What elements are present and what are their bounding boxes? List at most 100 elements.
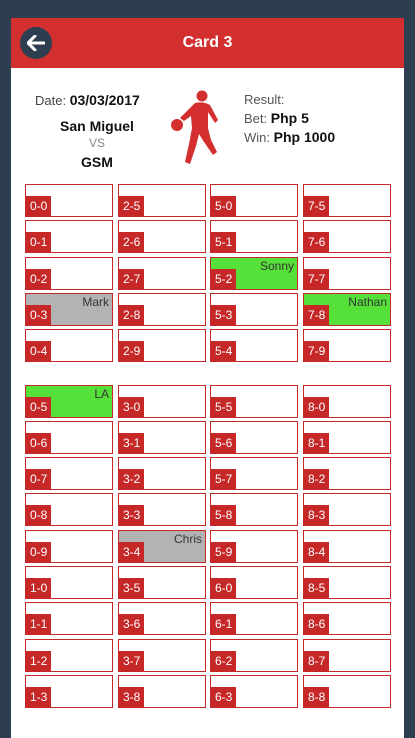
score-number-badge: 1-2 [26, 651, 52, 671]
score-number-badge: 7-6 [304, 232, 330, 252]
score-cell[interactable]: 5-0 [210, 184, 298, 217]
score-number-badge: 3-4 [119, 542, 145, 562]
score-cell[interactable]: 0-7 [25, 457, 113, 490]
score-number-badge: 5-7 [211, 469, 237, 489]
score-cell[interactable]: 6-0 [210, 566, 298, 599]
score-cell[interactable]: 5-8 [210, 493, 298, 526]
score-number-badge: 8-8 [304, 687, 330, 707]
score-cell[interactable]: 3-7 [118, 639, 206, 672]
score-cell[interactable]: 8-5 [303, 566, 391, 599]
score-cell[interactable]: 2-9 [118, 329, 206, 362]
header-bar: Card 3 [11, 18, 404, 68]
score-number-badge: 3-6 [119, 614, 145, 634]
score-cell[interactable]: 7-8 Nathan [303, 293, 391, 326]
score-number-badge: 2-8 [119, 305, 145, 325]
score-cell[interactable]: 0-1 [25, 220, 113, 253]
score-number-badge: 0-8 [26, 505, 52, 525]
score-cell[interactable]: 1-1 [25, 602, 113, 635]
score-number-badge: 3-1 [119, 433, 145, 453]
score-number-badge: 2-6 [119, 232, 145, 252]
score-number-badge: 8-6 [304, 614, 330, 634]
score-cell[interactable]: 7-7 [303, 257, 391, 290]
score-number-badge: 0-6 [26, 433, 52, 453]
score-cell[interactable]: 8-4 [303, 530, 391, 563]
score-cell[interactable]: 8-6 [303, 602, 391, 635]
score-cell[interactable]: 8-2 [303, 457, 391, 490]
player-name: Chris [173, 532, 202, 546]
score-cell[interactable]: 0-9 [25, 530, 113, 563]
score-number-badge: 3-2 [119, 469, 145, 489]
score-cell[interactable]: 0-5 LA [25, 385, 113, 418]
score-cell[interactable]: 8-0 [303, 385, 391, 418]
score-cell[interactable]: 8-1 [303, 421, 391, 454]
score-cell[interactable]: 2-5 [118, 184, 206, 217]
score-number-badge: 5-1 [211, 232, 237, 252]
score-number-badge: 0-9 [26, 542, 52, 562]
score-cell[interactable]: 1-0 [25, 566, 113, 599]
score-number-badge: 5-2 [211, 269, 237, 289]
score-cell[interactable]: 3-0 [118, 385, 206, 418]
back-button[interactable] [20, 27, 52, 59]
score-cell[interactable]: 2-7 [118, 257, 206, 290]
score-number-badge: 2-7 [119, 269, 145, 289]
page-title: Card 3 [182, 34, 233, 51]
score-cell[interactable]: 1-2 [25, 639, 113, 672]
score-cell[interactable]: 5-4 [210, 329, 298, 362]
score-cell[interactable]: 5-5 [210, 385, 298, 418]
team-away: GSM [81, 154, 113, 170]
score-cell[interactable]: 7-5 [303, 184, 391, 217]
score-cell[interactable]: 3-5 [118, 566, 206, 599]
score-number-badge: 3-8 [119, 687, 145, 707]
score-cell[interactable]: 6-3 [210, 675, 298, 708]
player-name: Nathan [348, 295, 387, 309]
score-number-badge: 5-4 [211, 341, 237, 361]
score-cell[interactable]: 0-3 Mark [25, 293, 113, 326]
score-cell[interactable]: 0-2 [25, 257, 113, 290]
basketball-player-icon [171, 90, 218, 164]
score-number-badge: 8-5 [304, 578, 330, 598]
score-cell[interactable]: 5-7 [210, 457, 298, 490]
score-number-badge: 7-8 [304, 305, 330, 325]
score-cell[interactable]: 8-3 [303, 493, 391, 526]
score-number-badge: 7-5 [304, 196, 330, 216]
score-number-badge: 2-5 [119, 196, 145, 216]
score-number-badge: 5-8 [211, 505, 237, 525]
score-number-badge: 0-7 [26, 469, 52, 489]
score-number-badge: 8-3 [304, 505, 330, 525]
player-name: Sonny [259, 259, 294, 273]
score-cell[interactable]: 3-8 [118, 675, 206, 708]
score-cell[interactable]: 3-6 [118, 602, 206, 635]
score-cell[interactable]: 6-1 [210, 602, 298, 635]
score-cell[interactable]: 5-3 [210, 293, 298, 326]
score-cell[interactable]: 5-9 [210, 530, 298, 563]
score-cell[interactable]: 8-8 [303, 675, 391, 708]
score-cell[interactable]: 7-9 [303, 329, 391, 362]
score-cell[interactable]: 1-3 [25, 675, 113, 708]
score-cell[interactable]: 5-1 [210, 220, 298, 253]
score-cell[interactable]: 3-2 [118, 457, 206, 490]
score-cell[interactable]: 0-0 [25, 184, 113, 217]
score-number-badge: 5-0 [211, 196, 237, 216]
score-cell[interactable]: 0-4 [25, 329, 113, 362]
score-cell[interactable]: 3-1 [118, 421, 206, 454]
score-cell[interactable]: 0-6 [25, 421, 113, 454]
score-cell[interactable]: 6-2 [210, 639, 298, 672]
score-cell[interactable]: 5-2 Sonny [210, 257, 298, 290]
date-value: 03/03/2017 [69, 92, 140, 108]
score-cell[interactable]: 2-8 [118, 293, 206, 326]
win-label: Win: [244, 130, 270, 145]
score-cell[interactable]: 8-7 [303, 639, 391, 672]
score-cell[interactable]: 5-6 [210, 421, 298, 454]
bet-label: Bet: [244, 111, 268, 126]
score-cell[interactable]: 7-6 [303, 220, 391, 253]
date-line: Date: 03/03/2017 [35, 92, 140, 108]
score-number-badge: 3-0 [119, 397, 145, 417]
score-number-badge: 0-5 [26, 397, 52, 417]
result-block: Result: Bet: Php 5 Win: Php 1000 [244, 90, 335, 147]
score-cell[interactable]: 0-8 [25, 493, 113, 526]
score-cell[interactable]: 3-3 [118, 493, 206, 526]
score-number-badge: 3-5 [119, 578, 145, 598]
score-cell[interactable]: 3-4 Chris [118, 530, 206, 563]
score-number-badge: 3-3 [119, 505, 145, 525]
score-cell[interactable]: 2-6 [118, 220, 206, 253]
